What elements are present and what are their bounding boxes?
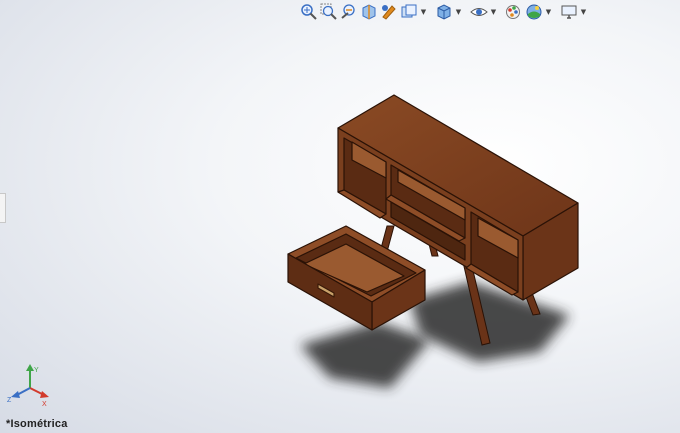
drawer xyxy=(287,225,426,331)
triad-z-label: Z xyxy=(7,397,12,404)
sideboard-model[interactable] xyxy=(0,0,680,433)
triad-x-label: X xyxy=(42,401,47,406)
triad-y-label: Y xyxy=(34,367,39,374)
graphics-area[interactable]: ▼ ▼ ▼ ▼ ▼ Y X Z *Isométrica xyxy=(0,0,680,433)
coordinate-triad: Y X Z xyxy=(7,364,49,406)
view-orientation-label: *Isométrica xyxy=(6,418,68,430)
